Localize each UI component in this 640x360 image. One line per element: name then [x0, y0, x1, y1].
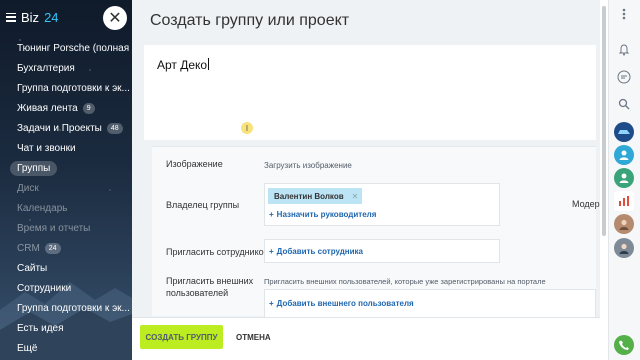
group-name-input[interactable]: Арт Деко I: [144, 45, 596, 140]
invite-employees-selector[interactable]: + Добавить сотрудника: [264, 239, 500, 263]
create-group-button[interactable]: СОЗДАТЬ ГРУППУ: [140, 325, 223, 349]
assign-managers-link[interactable]: + Назначить руководителя: [269, 210, 376, 219]
avatar-user-green[interactable]: [614, 168, 634, 188]
page-title: Создать группу или проект: [150, 12, 350, 29]
avatar-user-blue[interactable]: [614, 145, 634, 165]
menu-item-idea[interactable]: Есть идея: [0, 318, 132, 338]
messages-icon[interactable]: [614, 67, 634, 87]
scrollbar-thumb[interactable]: [602, 6, 606, 236]
plus-icon: +: [269, 299, 274, 308]
owner-tag[interactable]: Валентин Волков ✕: [268, 188, 363, 204]
group-settings-form: Изображение Загрузить изображение Владел…: [152, 146, 605, 317]
add-employee-link[interactable]: + Добавить сотрудника: [269, 247, 363, 256]
left-menu: Biz 24 Тюнинг Porsche (полная ... Бухгал…: [0, 0, 132, 360]
add-external-user-link[interactable]: + Добавить внешнего пользователя: [269, 299, 414, 308]
cancel-button[interactable]: ОТМЕНА: [236, 325, 271, 349]
group-name-value: Арт Деко: [157, 58, 208, 72]
remove-owner-icon[interactable]: ✕: [352, 192, 359, 201]
menu-item-tuning[interactable]: Тюнинг Porsche (полная ...: [0, 38, 132, 58]
upload-image-link[interactable]: Загрузить изображение: [264, 161, 352, 170]
menu-item-crm[interactable]: CRM 24: [0, 238, 132, 258]
invite-external-label: Пригласить внешних пользователей: [166, 276, 254, 298]
invite-employees-label: Пригласить сотрудников: [166, 247, 269, 257]
feed-count-badge: 9: [82, 102, 95, 114]
phone-call-icon[interactable]: [614, 335, 634, 355]
menu-item-time-reports[interactable]: Время и отчеты: [0, 218, 132, 238]
menu-item-sites[interactable]: Сайты: [0, 258, 132, 278]
close-icon: ✕: [108, 8, 122, 27]
avatar-user-photo-1[interactable]: [614, 214, 634, 234]
menu-list: Тюнинг Porsche (полная ... Бухгалтерия Г…: [0, 38, 132, 358]
invite-external-selector[interactable]: + Добавить внешнего пользователя: [264, 289, 596, 317]
right-rail: [608, 0, 640, 360]
plus-icon: +: [269, 210, 274, 219]
owner-label: Владелец группы: [166, 200, 240, 210]
menu-item-chat[interactable]: Чат и звонки: [0, 138, 132, 158]
hamburger-icon[interactable]: [6, 12, 16, 22]
image-label: Изображение: [166, 159, 223, 169]
panel-scrollbar[interactable]: [600, 0, 608, 360]
menu-item-exam-group[interactable]: Группа подготовки к эк...: [0, 78, 132, 98]
brand-logo[interactable]: Biz 24: [6, 8, 59, 26]
owner-selector[interactable]: Валентин Волков ✕ + Назначить руководител…: [264, 183, 500, 226]
notifications-bell-icon[interactable]: [614, 40, 634, 60]
external-users-hint: Пригласить внешних пользователей, которы…: [264, 277, 546, 286]
search-icon[interactable]: [614, 94, 634, 114]
brand-suffix: 24: [44, 9, 59, 25]
close-slider-button[interactable]: ✕: [103, 6, 127, 30]
tasks-count-badge: 48: [106, 122, 123, 134]
brand-name: Biz: [21, 9, 40, 25]
menu-item-more[interactable]: Ещё: [0, 338, 132, 358]
owner-name: Валентин Волков: [274, 191, 344, 201]
text-caret: [208, 58, 210, 70]
menu-item-employees[interactable]: Сотрудники: [0, 278, 132, 298]
avatar-user-photo-2[interactable]: [614, 238, 634, 258]
crm-count-badge: 24: [44, 242, 61, 254]
menu-item-accounting[interactable]: Бухгалтерия: [0, 58, 132, 78]
text-cursor-icon: I: [241, 122, 253, 134]
avatar-car[interactable]: [614, 122, 634, 142]
menu-item-calendar[interactable]: Календарь: [0, 198, 132, 218]
menu-item-exam-group-2[interactable]: Группа подготовки к эк...: [0, 298, 132, 318]
more-vertical-icon[interactable]: [614, 4, 634, 24]
menu-item-tasks[interactable]: Задачи и Проекты 48: [0, 118, 132, 138]
menu-item-groups[interactable]: Группы: [0, 158, 132, 178]
form-footer: СОЗДАТЬ ГРУППУ ОТМЕНА: [132, 317, 600, 360]
create-group-panel: Создать группу или проект Арт Деко I Изо…: [132, 0, 605, 360]
bar-chart-icon[interactable]: [614, 191, 634, 211]
plus-icon: +: [269, 247, 274, 256]
menu-item-feed[interactable]: Живая лента 9: [0, 98, 132, 118]
menu-item-disk[interactable]: Диск: [0, 178, 132, 198]
